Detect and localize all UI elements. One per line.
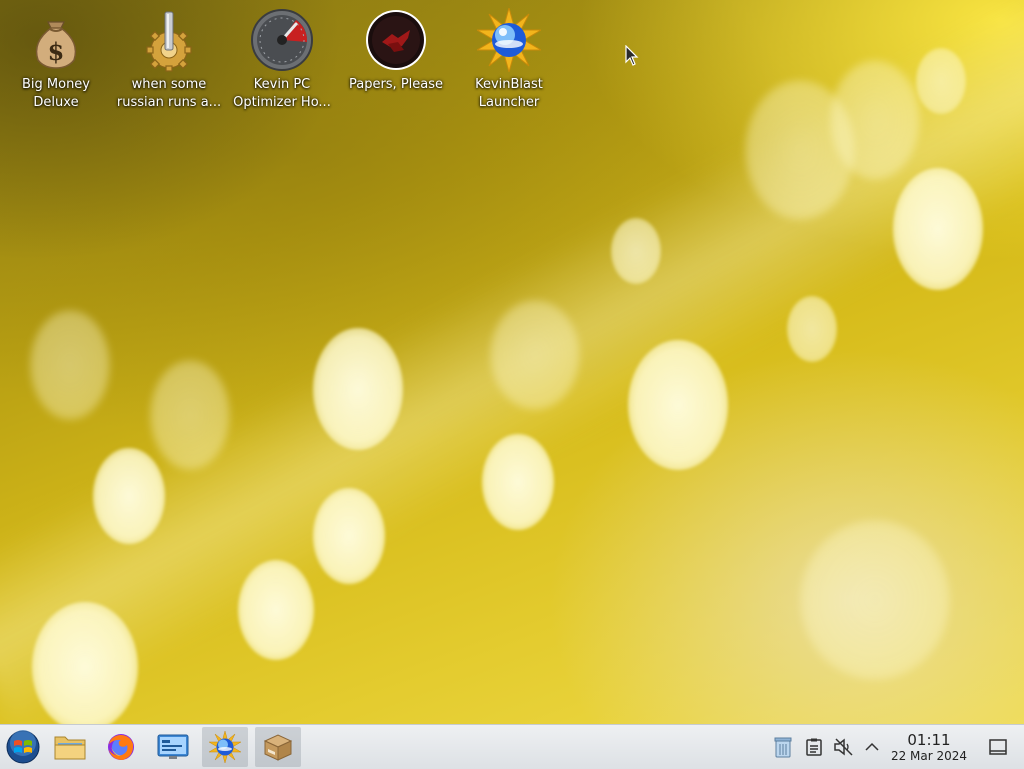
show-desktop-button[interactable]	[987, 736, 1009, 758]
chevron-up-icon	[865, 742, 879, 751]
bokeh-light	[787, 296, 837, 362]
taskbar-firefox[interactable]	[98, 727, 144, 767]
taskbar: 01:11 22 Mar 2024	[0, 724, 1024, 769]
desktop-icon-papers-please[interactable]: Papers, Please	[341, 8, 451, 94]
clipboard-icon	[806, 738, 822, 756]
desktop-icon-label: KevinBlast Launcher	[475, 77, 543, 110]
desktop-wallpaper[interactable]: $ Big Money Deluxe when some russian run…	[0, 0, 1024, 724]
folder-icon	[54, 736, 86, 760]
bokeh-light	[93, 448, 165, 544]
papers-please-icon	[364, 8, 428, 72]
bokeh-light	[490, 300, 580, 410]
bokeh-light	[313, 328, 403, 450]
bokeh-light	[30, 310, 110, 420]
desktop-icon-label: Papers, Please	[348, 77, 444, 92]
kevinblast-icon	[475, 6, 543, 74]
tray-clipboard[interactable]	[803, 736, 825, 758]
recycle-bin-icon	[774, 737, 792, 758]
desktop-icon-kevin-pc-optimizer[interactable]: Kevin PC Optimizer Ho...	[227, 8, 337, 112]
bokeh-light	[238, 560, 314, 660]
svg-text:$: $	[48, 37, 65, 66]
bokeh-light	[150, 360, 230, 470]
bokeh-light	[916, 48, 966, 114]
desktop-icon-label: when some russian runs a...	[116, 77, 222, 110]
tray-volume[interactable]	[833, 736, 855, 758]
taskbar-kevinblast[interactable]	[202, 727, 248, 767]
money-bag-icon: $	[24, 8, 88, 72]
firefox-icon	[108, 734, 134, 760]
package-icon	[263, 734, 293, 761]
bokeh-light	[893, 168, 983, 290]
tray-show-hidden[interactable]	[861, 736, 883, 758]
bokeh-light	[611, 218, 661, 284]
desktop-icon-russian-runs[interactable]: when some russian runs a...	[114, 8, 224, 112]
tray-recycle-bin[interactable]	[772, 736, 794, 758]
desktop-icon-label: Big Money Deluxe	[21, 77, 90, 110]
desktop-icon-kevinblast-launcher[interactable]: KevinBlast Launcher	[454, 6, 564, 112]
gear-app-icon	[137, 8, 201, 72]
bokeh-light	[313, 488, 385, 584]
speedometer-icon	[250, 8, 314, 72]
clock-date[interactable]: 22 Mar 2024	[882, 749, 976, 763]
bokeh-light	[482, 434, 554, 530]
clock-time[interactable]: 01:11	[890, 731, 968, 749]
start-button[interactable]	[0, 727, 46, 767]
start-orb-icon	[6, 730, 40, 764]
taskbar-file-manager[interactable]	[47, 727, 93, 767]
volume-muted-icon	[834, 738, 853, 756]
desktop-icon-label: Kevin PC Optimizer Ho...	[233, 77, 331, 110]
bokeh-light	[628, 340, 728, 470]
bokeh-light	[830, 60, 920, 180]
mouse-cursor-icon	[625, 45, 639, 66]
taskbar-package-installer[interactable]	[255, 727, 301, 767]
desktop-icon-big-money-deluxe[interactable]: $ Big Money Deluxe	[1, 8, 111, 112]
control-panel-icon	[157, 734, 189, 759]
bokeh-light	[800, 520, 950, 680]
taskbar-control-panel[interactable]	[150, 727, 196, 767]
kevinblast-icon	[209, 731, 241, 763]
bokeh-light	[32, 602, 138, 724]
show-desktop-icon	[989, 739, 1007, 755]
